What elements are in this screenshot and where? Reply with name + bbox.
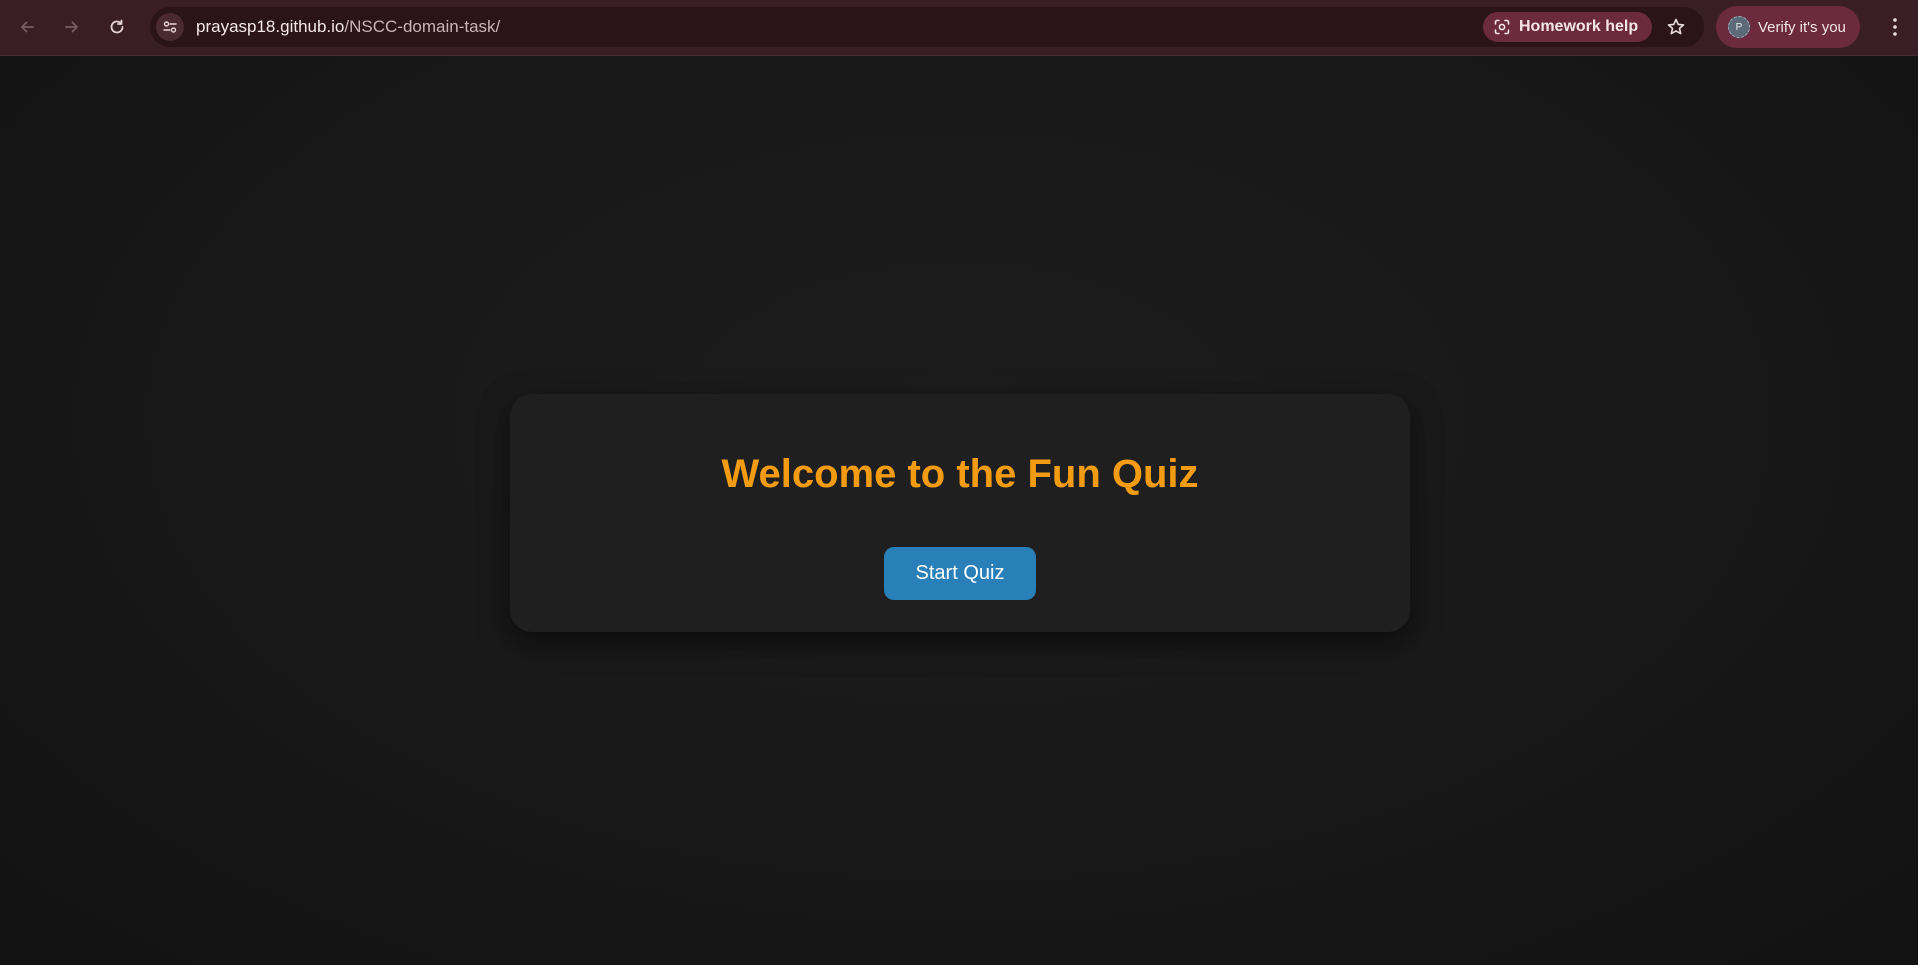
profile-label: Verify it's you	[1758, 18, 1846, 36]
back-button[interactable]	[10, 10, 44, 44]
avatar: P	[1728, 16, 1750, 38]
quiz-card: Welcome to the Fun Quiz Start Quiz	[510, 394, 1410, 632]
site-info-button[interactable]	[156, 13, 184, 41]
url-host: prayasp18.github.io	[196, 17, 345, 36]
address-bar[interactable]: prayasp18.github.io/NSCC-domain-task/ Ho…	[150, 7, 1704, 47]
reload-button[interactable]	[100, 10, 134, 44]
page-viewport: Welcome to the Fun Quiz Start Quiz	[0, 56, 1918, 965]
profile-chip[interactable]: P Verify it's you	[1716, 6, 1860, 48]
browser-toolbar: prayasp18.github.io/NSCC-domain-task/ Ho…	[0, 0, 1918, 56]
lens-icon	[1494, 19, 1510, 35]
forward-button[interactable]	[55, 10, 89, 44]
start-quiz-button[interactable]: Start Quiz	[884, 547, 1036, 600]
kebab-menu-icon	[1893, 18, 1897, 36]
url-path: /NSCC-domain-task/	[344, 17, 501, 36]
back-arrow-icon	[21, 21, 34, 33]
avatar-initial: P	[1735, 21, 1743, 33]
browser-menu-button[interactable]	[1880, 10, 1910, 44]
forward-arrow-icon	[65, 21, 78, 33]
url-text[interactable]: prayasp18.github.io/NSCC-domain-task/	[196, 17, 500, 37]
reload-icon	[110, 19, 124, 34]
star-icon	[1667, 18, 1685, 35]
site-info-icon	[163, 21, 177, 33]
quiz-title: Welcome to the Fun Quiz	[721, 452, 1199, 496]
homework-help-label: Homework help	[1519, 18, 1639, 35]
bookmark-star-button[interactable]	[1660, 11, 1692, 43]
homework-help-chip[interactable]: Homework help	[1483, 12, 1653, 42]
